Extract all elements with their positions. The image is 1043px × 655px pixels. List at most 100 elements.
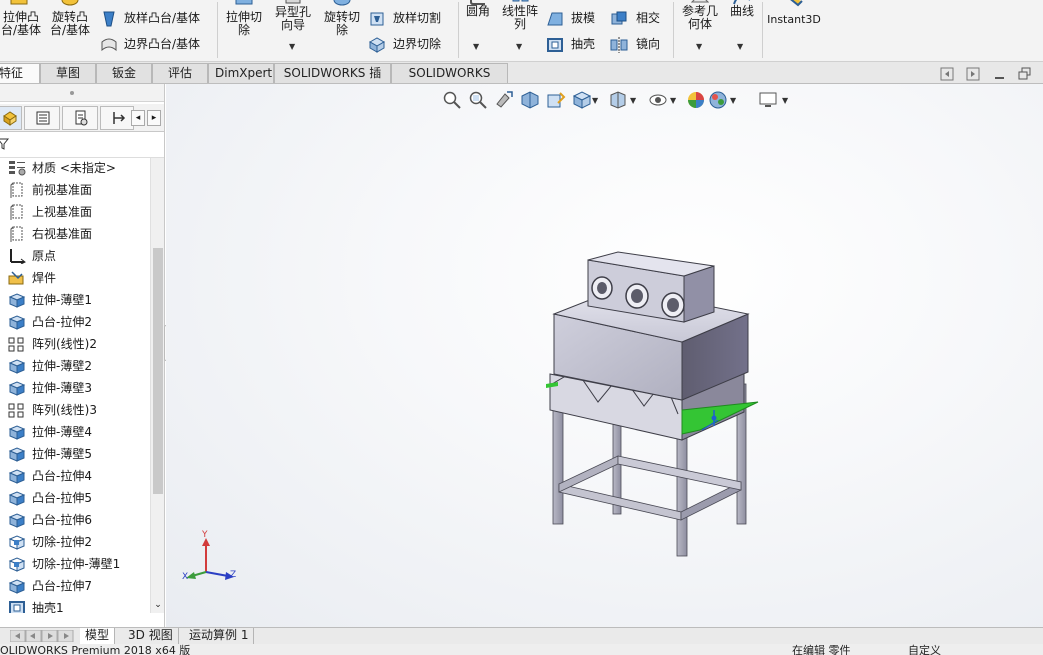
- graphics-area[interactable]: ▼ ▼ ▼ ▼ ▼ Y Z X: [166, 84, 1043, 627]
- boundary-cut-label: 边界切除: [393, 37, 442, 51]
- tab-property-manager[interactable]: [24, 106, 60, 130]
- fillet-dropdown-icon[interactable]: ▼: [473, 42, 479, 51]
- tree-item[interactable]: 焊件: [8, 268, 150, 288]
- tree-item-label: 拉伸-薄壁3: [32, 381, 92, 395]
- tree-item[interactable]: 凸台-拉伸6: [8, 510, 150, 530]
- cut-extrude-icon: [8, 535, 26, 550]
- minimize-icon[interactable]: [993, 67, 1007, 81]
- tab-sheet-metal[interactable]: 钣金: [96, 63, 152, 83]
- panel-scroll-left-icon[interactable]: ◂: [131, 110, 145, 126]
- tab-dimxpert-manager[interactable]: [100, 106, 134, 130]
- tree-item-label: 阵列(线性)2: [32, 337, 97, 351]
- tree-item[interactable]: 凸台-拉伸7: [8, 576, 150, 596]
- tree-item[interactable]: 上视基准面: [8, 202, 150, 222]
- tree-item[interactable]: 材质 <未指定>: [8, 158, 150, 178]
- tree-item[interactable]: 原点: [8, 246, 150, 266]
- tab-solidworks-addins[interactable]: SOLIDWORKS 插件: [274, 63, 391, 99]
- tab-sketch[interactable]: 草图: [40, 63, 96, 83]
- tree-item-label: 阵列(线性)3: [32, 403, 97, 417]
- view-triad: Y Z X: [182, 530, 242, 588]
- status-units-label[interactable]: 自定义: [908, 645, 941, 655]
- hole-wizard-button[interactable]: 异型孔 向导 ▼: [270, 0, 316, 58]
- tree-item[interactable]: 切除-拉伸2: [8, 532, 150, 552]
- loft-boss-button[interactable]: 放样凸台/基体: [100, 9, 212, 29]
- tab-3d-views[interactable]: 3D 视图: [123, 628, 179, 644]
- tree-item[interactable]: 凸台-拉伸2: [8, 312, 150, 332]
- linear-pattern-dropdown-icon[interactable]: ▼: [516, 42, 522, 51]
- tab-evaluate[interactable]: 评估: [152, 63, 208, 83]
- panel-grip[interactable]: [0, 84, 164, 102]
- curves-button[interactable]: 曲线 ▼: [726, 0, 758, 58]
- tree-item[interactable]: 拉伸-薄壁2: [8, 356, 150, 376]
- shell-label: 抽壳: [571, 37, 596, 51]
- tree-item[interactable]: 拉伸-薄壁5: [8, 444, 150, 464]
- restore-icon[interactable]: [1018, 67, 1032, 81]
- tree-item[interactable]: 抽壳1: [8, 598, 150, 613]
- axis-x-label: X: [182, 572, 189, 582]
- extrude-icon: [8, 381, 26, 396]
- shell-icon: [547, 38, 563, 52]
- tree-item[interactable]: 拉伸-薄壁3: [8, 378, 150, 398]
- tab-feature-manager[interactable]: [0, 106, 22, 130]
- tree-item[interactable]: 切除-拉伸-薄壁1: [8, 554, 150, 574]
- revolve-cut-button[interactable]: 旋转切 除: [320, 0, 364, 44]
- ribbon-separator: [673, 2, 674, 58]
- tree-item[interactable]: 阵列(线性)3: [8, 400, 150, 420]
- tab-model[interactable]: 模型: [80, 628, 116, 644]
- reference-geometry-button[interactable]: 参考几 何体 ▼: [677, 0, 723, 58]
- intersect-button[interactable]: 相交: [610, 9, 666, 29]
- tab-nav-arrows-icon[interactable]: [9, 629, 74, 643]
- tree-item-label: 右视基准面: [32, 227, 93, 241]
- boundary-boss-button[interactable]: 边界凸台/基体: [100, 35, 212, 55]
- reference-geometry-dropdown-icon[interactable]: ▼: [696, 42, 702, 51]
- tree-item[interactable]: 前视基准面: [8, 180, 150, 200]
- axis-z-label: Z: [230, 570, 237, 580]
- tab-solidworks-mbd[interactable]: SOLIDWORKS MBD: [391, 63, 508, 99]
- tab-features[interactable]: 特征: [0, 63, 40, 83]
- tree-filter-row[interactable]: [0, 132, 164, 158]
- inlet-port: [661, 292, 685, 318]
- tree-item[interactable]: 拉伸-薄壁4: [8, 422, 150, 442]
- model-view[interactable]: [166, 84, 1043, 627]
- scrollbar-thumb[interactable]: [153, 248, 163, 494]
- panel-scroll-right-icon[interactable]: ▸: [147, 110, 161, 126]
- linear-pattern-icon: [8, 403, 24, 418]
- next-view-icon[interactable]: [966, 67, 980, 81]
- tree-item[interactable]: 凸台-拉伸5: [8, 488, 150, 508]
- filter-icon[interactable]: [0, 138, 10, 150]
- previous-view-icon[interactable]: [940, 67, 954, 81]
- inlet-port: [591, 276, 613, 300]
- boundary-cut-button[interactable]: 边界切除: [368, 35, 454, 55]
- extrude-icon: [8, 447, 26, 462]
- origin-icon: [10, 249, 26, 264]
- tab-motion-study[interactable]: 运动算例 1: [184, 628, 255, 644]
- tree-item[interactable]: 右视基准面: [8, 224, 150, 244]
- tab-configuration-manager[interactable]: [62, 106, 98, 130]
- mirror-button[interactable]: 镜向: [610, 35, 666, 55]
- tree-vertical-scrollbar[interactable]: ⌄: [150, 158, 164, 613]
- revolve-boss-button[interactable]: 旋转凸 台/基体: [46, 0, 94, 44]
- extrude-cut-button[interactable]: 拉伸切 除: [222, 0, 266, 44]
- loft-cut-label: 放样切割: [393, 11, 442, 25]
- boundary-boss-label: 边界凸台/基体: [124, 37, 201, 51]
- tree-item[interactable]: 拉伸-薄壁1: [8, 290, 150, 310]
- scroll-down-icon[interactable]: ⌄: [152, 599, 164, 611]
- instant3d-button[interactable]: Instant3D: [764, 0, 824, 44]
- feature-manager-icon: [3, 111, 17, 126]
- extrude-boss-button[interactable]: 拉伸凸 台/基体: [0, 0, 42, 44]
- cut-extrude-icon: [8, 557, 26, 572]
- tree-item[interactable]: 阵列(线性)2: [8, 334, 150, 354]
- tab-dimxpert[interactable]: DimXpert: [208, 63, 274, 83]
- linear-pattern-button[interactable]: 线性阵 列 ▼: [498, 0, 542, 58]
- fillet-button[interactable]: 圆角 ▼: [462, 0, 494, 58]
- revolve-cut-icon: [333, 0, 351, 6]
- loft-cut-button[interactable]: 放样切割: [368, 9, 454, 29]
- extrude-icon: [8, 293, 26, 308]
- draft-button[interactable]: 拔模: [546, 9, 602, 29]
- hole-wizard-dropdown-icon[interactable]: ▼: [289, 42, 295, 51]
- tree-item-label: 原点: [32, 249, 57, 263]
- curves-dropdown-icon[interactable]: ▼: [737, 42, 743, 51]
- tree-item[interactable]: 凸台-拉伸4: [8, 466, 150, 486]
- shell-button[interactable]: 抽壳: [546, 35, 602, 55]
- shell-icon: [9, 601, 25, 613]
